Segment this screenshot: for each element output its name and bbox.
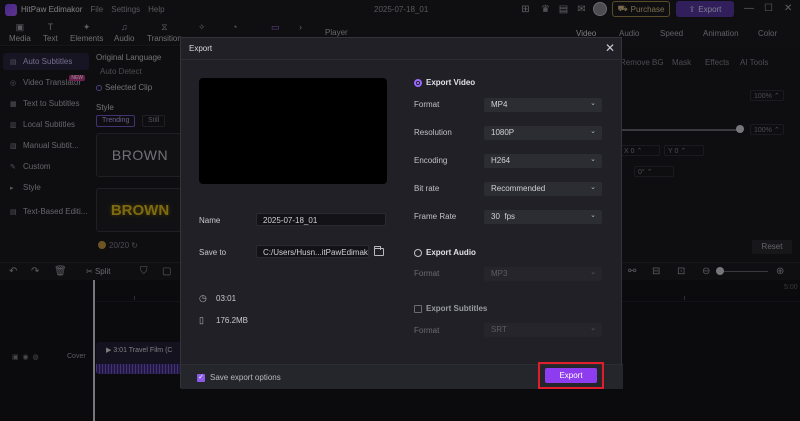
bitrate-select[interactable]: Recommended ⌄	[484, 182, 602, 196]
bitrate-label: Bit rate	[414, 184, 440, 193]
subtitle-format-label: Format	[414, 326, 440, 335]
audio-format-label: Format	[414, 269, 440, 278]
format-value: MP4	[491, 100, 508, 109]
export-audio-label: Export Audio	[426, 248, 476, 257]
framerate-value: 30 fps	[491, 212, 516, 221]
export-button[interactable]: Export	[545, 368, 597, 383]
export-dialog-title: Export	[189, 44, 213, 53]
export-subtitles-label: Export Subtitles	[426, 304, 488, 313]
export-video-label: Export Video	[426, 78, 476, 87]
chevron-down-icon: ⌄	[590, 184, 596, 191]
save-path-input[interactable]: C:/Users/Husn...itPawEdimakor	[256, 245, 369, 258]
framerate-select[interactable]: 30 fps ⌄	[484, 210, 602, 224]
export-video-option[interactable]: Export Video	[414, 78, 475, 87]
chevron-down-icon: ⌄	[590, 128, 596, 135]
framerate-label: Frame Rate	[414, 212, 457, 221]
check-icon: ✓	[197, 373, 205, 382]
video-preview	[199, 78, 387, 184]
file-size-icon: ▯	[199, 315, 204, 325]
audio-format-select[interactable]: MP3 ⌄	[484, 267, 602, 281]
encoding-value: H264	[491, 156, 511, 165]
radio-selected-icon	[414, 78, 422, 87]
chevron-down-icon: ⌄	[590, 212, 596, 219]
export-dialog-header: Export ✕	[181, 38, 623, 60]
name-label: Name	[199, 216, 221, 225]
save-export-options-checkbox[interactable]: ✓ Save export options	[197, 373, 281, 382]
chevron-down-icon: ⌄	[590, 156, 596, 163]
radio-unselected-icon	[414, 248, 422, 257]
folder-icon[interactable]	[374, 246, 384, 256]
bitrate-value: Recommended	[491, 184, 546, 193]
resolution-value: 1080P	[491, 128, 515, 137]
format-label: Format	[414, 100, 440, 109]
format-select[interactable]: MP4 ⌄	[484, 98, 602, 112]
resolution-label: Resolution	[414, 128, 452, 137]
save-export-options-label: Save export options	[210, 373, 281, 382]
export-subtitles-option[interactable]: Export Subtitles	[414, 304, 487, 313]
name-input[interactable]: 2025-07-18_01	[256, 213, 386, 226]
resolution-select[interactable]: 1080P ⌄	[484, 126, 602, 140]
audio-format-value: MP3	[491, 269, 508, 278]
close-icon[interactable]: ✕	[605, 41, 615, 55]
encoding-select[interactable]: H264 ⌄	[484, 154, 602, 168]
chevron-down-icon: ⌄	[590, 325, 596, 332]
chevron-down-icon: ⌄	[590, 269, 596, 276]
subtitle-format-value: SRT	[491, 325, 507, 334]
subtitle-format-select[interactable]: SRT ⌄	[484, 323, 602, 337]
file-size-value: 176.2MB	[216, 316, 249, 325]
checkbox-icon	[414, 304, 422, 313]
clock-icon: ◷	[199, 293, 207, 303]
duration-value: 03:01	[216, 294, 237, 303]
save-to-label: Save to	[199, 248, 227, 257]
export-dialog: Export ✕ Name 2025-07-18_01 Save to C:/U…	[180, 37, 623, 389]
encoding-label: Encoding	[414, 156, 448, 165]
export-audio-option[interactable]: Export Audio	[414, 248, 476, 257]
chevron-down-icon: ⌄	[590, 100, 596, 107]
